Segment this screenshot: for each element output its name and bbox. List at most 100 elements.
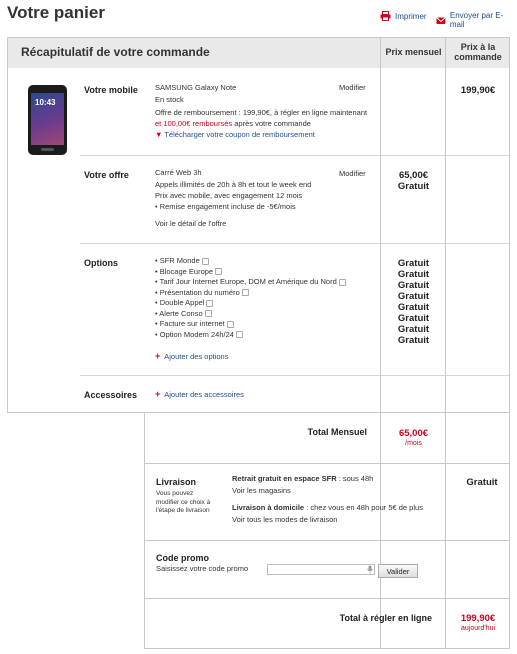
promo-hint: Saisissez votre code promo: [156, 564, 249, 573]
offer-name: Carré Web 3h: [155, 168, 202, 177]
refund-offer-text: Offre de remboursement : 199,90€, à régl…: [155, 108, 368, 117]
row-divider: [80, 375, 509, 376]
option-label: Blocage Europe: [159, 266, 214, 276]
home-delivery-detail: : chez vous en 48h pour 5€ de plus: [304, 503, 423, 512]
info-icon[interactable]: [338, 278, 346, 286]
page-title: Votre panier: [7, 3, 105, 22]
delivery-section-label: Livraison: [156, 477, 197, 487]
option-price: Gratuit: [397, 269, 430, 280]
offer-monthly-price: 65,00€: [398, 170, 429, 181]
info-icon[interactable]: [215, 268, 223, 276]
delivery-modes-link[interactable]: Voir tous les modes de livraison: [232, 515, 337, 526]
see-stores-link[interactable]: Voir les magasins: [232, 486, 291, 497]
option-label: Alerte Conso: [159, 308, 203, 318]
phone-screen-clock: 10:43: [35, 98, 56, 107]
phone-home-button: [41, 148, 54, 151]
offer-discount: Remise engagement incluse de -5€/mois: [159, 202, 296, 211]
option-price: Gratuit: [397, 324, 430, 335]
promo-code-input[interactable]: [267, 564, 375, 575]
order-summary-title: Récapitulatif de votre commande: [21, 45, 210, 59]
modify-mobile-link[interactable]: Modifier: [339, 83, 366, 94]
mobile-order-price: 199,90€: [460, 85, 496, 96]
total-monthly-label: Total Mensuel: [307, 427, 367, 437]
download-coupon-label: Télécharger votre coupon de remboursemen…: [164, 130, 315, 139]
email-button[interactable]: Envoyer par E-mail: [436, 11, 517, 29]
envelope-icon: [436, 16, 446, 24]
pickup-detail: : sous 48h: [336, 474, 374, 483]
option-price: Gratuit: [397, 258, 430, 269]
info-icon[interactable]: [241, 289, 249, 297]
total-monthly-unit: /mois: [405, 440, 422, 447]
option-label: Facture sur internet: [159, 319, 225, 328]
offer-detail-1: Appels illimités de 20h à 8h et tout le …: [155, 180, 312, 189]
promo-section-label: Code promo: [156, 553, 209, 563]
info-icon[interactable]: [206, 299, 214, 307]
info-icon[interactable]: [201, 257, 209, 265]
option-label: Option Modem 24h/24: [159, 329, 234, 339]
offer-detail-link[interactable]: Voir le détail de l'offre: [155, 219, 226, 230]
info-icon[interactable]: [235, 331, 243, 339]
download-icon: ▼: [155, 130, 163, 139]
option-item: • Facture sur internet: [155, 319, 346, 330]
offer-monthly-note: Gratuit: [397, 181, 430, 192]
download-coupon-link[interactable]: ▼ Télécharger votre coupon de remboursem…: [155, 130, 315, 141]
option-item: • Double Appel: [155, 298, 346, 309]
pickup-title: Retrait gratuit en espace SFR: [232, 474, 337, 483]
offer-detail-3: • Remise engagement incluse de -5€/mois: [155, 202, 296, 211]
option-label: Présentation du numéro: [159, 287, 240, 297]
total-online-label: Total à régler en ligne: [339, 613, 432, 623]
order-summary-panel: [7, 37, 510, 413]
option-item: • Tarif Jour Internet Europe, DOM et Amé…: [155, 277, 346, 288]
email-label: Envoyer par E-mail: [449, 11, 504, 29]
delivery-note-line: l'étape de livraison: [156, 507, 210, 514]
delivery-note: Vous pouvez modifier ce choix à l'étape …: [156, 490, 210, 516]
validate-promo-button[interactable]: Valider: [378, 564, 418, 578]
printer-icon: [380, 11, 391, 21]
option-price: Gratuit: [397, 335, 430, 346]
option-label: Tarif Jour Internet Europe, DOM et Améri…: [159, 277, 337, 286]
row-divider: [80, 155, 509, 156]
option-item: • Alerte Conso: [155, 309, 346, 320]
add-options-link[interactable]: + Ajouter des options: [155, 351, 228, 363]
column-divider: [380, 38, 381, 413]
offer-section-label: Votre offre: [84, 170, 129, 180]
option-price: Gratuit: [397, 291, 430, 302]
total-online-note: aujourd'hui: [460, 625, 496, 632]
options-section-label: Options: [84, 258, 118, 268]
plus-icon: +: [155, 389, 161, 399]
option-price: Gratuit: [397, 313, 430, 324]
mobile-section-label: Votre mobile: [84, 85, 138, 95]
delivery-note-line: modifier ce choix à: [156, 498, 211, 506]
print-button[interactable]: Imprimer: [380, 11, 427, 21]
mobile-stock-status: En stock: [155, 95, 184, 104]
refund-after-order: après votre commande: [232, 119, 311, 128]
option-item: • Option Modem 24h/24: [155, 330, 346, 341]
option-item: • Présentation du numéro: [155, 288, 346, 299]
home-delivery-option: Livraison à domicile : chez vous en 48h …: [232, 503, 423, 514]
options-list: • SFR Monde • Blocage Europe • Tarif Jou…: [155, 256, 346, 340]
order-price-header-line1: Prix à la: [460, 42, 496, 52]
microphone-icon[interactable]: [367, 565, 373, 574]
accessories-section-label: Accessoires: [84, 390, 138, 400]
option-label: Double Appel: [159, 298, 205, 307]
plus-icon: +: [155, 351, 161, 361]
refund-amount: et 100,00€ remboursés: [155, 119, 233, 128]
monthly-price-column-header: Prix mensuel: [385, 47, 442, 57]
total-monthly-value: 65,00€: [398, 428, 429, 439]
option-item: • SFR Monde: [155, 256, 346, 267]
options-prices: Gratuit Gratuit Gratuit Gratuit Gratuit …: [381, 258, 446, 346]
modify-offer-link[interactable]: Modifier: [339, 169, 366, 180]
order-price-column-header: Prix à la commande: [446, 42, 510, 62]
option-item: • Blocage Europe: [155, 267, 346, 278]
offer-detail-2: Prix avec mobile, avec engagement 12 moi…: [155, 191, 303, 200]
add-accessories-link[interactable]: + Ajouter des accessoires: [155, 389, 244, 401]
home-delivery-title: Livraison à domicile: [232, 503, 305, 512]
info-icon[interactable]: [226, 320, 234, 328]
option-label: SFR Monde: [159, 256, 200, 265]
pickup-option: Retrait gratuit en espace SFR : sous 48h: [232, 474, 373, 485]
delivery-price: Gratuit: [466, 477, 498, 488]
print-label: Imprimer: [395, 11, 427, 21]
refund-offer-text-2: et 100,00€ remboursés après votre comman…: [155, 119, 311, 130]
info-icon[interactable]: [204, 310, 212, 318]
total-online-value: 199,90€: [460, 613, 496, 624]
